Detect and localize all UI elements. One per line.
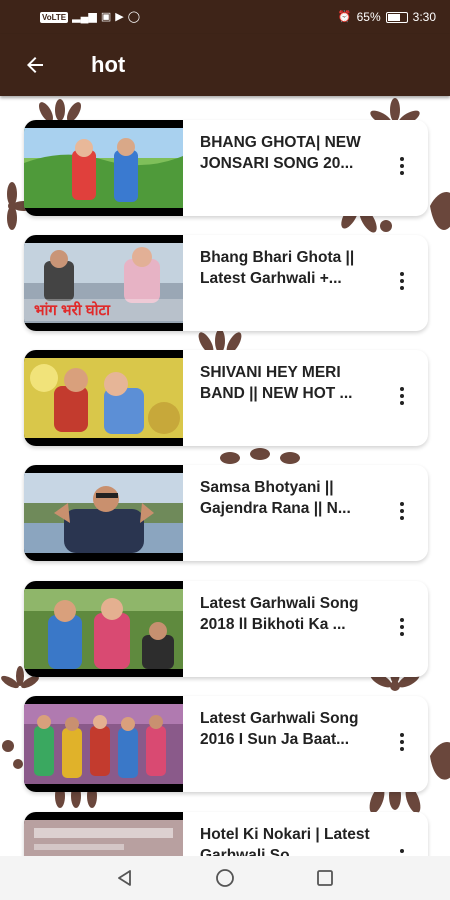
nav-back-icon	[118, 870, 131, 886]
system-nav-bar	[0, 856, 450, 900]
nav-recents-button[interactable]	[311, 864, 339, 892]
video-list[interactable]: BHANG GHOTA| NEW JONSARI SONG 20... भांग…	[0, 96, 450, 856]
video-thumbnail[interactable]	[24, 696, 183, 792]
volte-badge: VoLTE	[40, 11, 69, 23]
image-notification-icon: ▣	[100, 10, 112, 23]
thumbnail-image	[24, 589, 183, 669]
page-title: hot	[91, 52, 126, 77]
video-thumbnail[interactable]	[24, 120, 183, 216]
back-button[interactable]	[15, 45, 55, 85]
video-thumbnail[interactable]	[24, 465, 183, 561]
thumbnail-image	[24, 704, 183, 784]
status-bar: VoLTE ▂▄▆ ▣ ▶ ◯ ⏰ 65% 3:30	[0, 0, 450, 34]
more-options-button[interactable]	[390, 491, 414, 531]
more-options-button[interactable]	[390, 838, 414, 856]
more-options-button[interactable]	[390, 607, 414, 647]
video-thumbnail[interactable]: भांग भरी घोटा	[24, 235, 183, 331]
signal-icon: ▂▄▆	[72, 10, 97, 23]
nav-home-icon	[216, 869, 234, 887]
youtube-icon: ▶	[115, 10, 124, 23]
status-right-icons: ⏰ 65% 3:30	[338, 10, 436, 24]
nav-home-button[interactable]	[211, 864, 239, 892]
thumbnail-image	[24, 820, 183, 856]
more-options-button[interactable]	[390, 376, 414, 416]
thumbnail-image: भांग भरी घोटा	[24, 243, 183, 323]
video-thumbnail[interactable]	[24, 812, 183, 856]
video-thumbnail[interactable]	[24, 581, 183, 677]
nav-recents-icon	[317, 870, 333, 886]
whatsapp-icon: ◯	[127, 10, 141, 23]
list-item[interactable]: Samsa Bhotyani || Gajendra Rana || N...	[24, 465, 428, 561]
clock: 3:30	[412, 10, 436, 24]
video-thumbnail[interactable]	[24, 350, 183, 446]
list-item[interactable]: भांग भरी घोटा Bhang Bhari Ghota || Lates…	[24, 235, 428, 331]
list-item[interactable]: Hotel Ki Nokari | Latest Garhwali So...	[24, 812, 428, 856]
video-title: Hotel Ki Nokari | Latest Garhwali So...	[200, 826, 370, 856]
list-item[interactable]: SHIVANI HEY MERI BAND || NEW HOT ...	[24, 350, 428, 446]
video-title: Bhang Bhari Ghota || Latest Garhwali +..…	[200, 249, 355, 287]
thumbnail-image	[24, 473, 183, 553]
more-options-button[interactable]	[390, 722, 414, 762]
app-bar: hot	[0, 34, 450, 96]
thumbnail-image	[24, 358, 183, 438]
video-title: Latest Garhwali Song 2018 ll Bikhoti Ka …	[200, 595, 359, 633]
nav-back-button[interactable]	[111, 864, 139, 892]
video-title: Latest Garhwali Song 2016 I Sun Ja Baat.…	[200, 710, 359, 748]
video-title: SHIVANI HEY MERI BAND || NEW HOT ...	[200, 364, 353, 402]
alarm-icon: ⏰	[337, 10, 352, 23]
arrow-back-icon	[27, 57, 43, 73]
video-title: Samsa Bhotyani || Gajendra Rana || N...	[200, 479, 351, 517]
thumbnail-image	[24, 128, 183, 208]
list-item[interactable]: Latest Garhwali Song 2016 I Sun Ja Baat.…	[24, 696, 428, 792]
more-options-button[interactable]	[390, 261, 414, 301]
more-options-button[interactable]	[390, 146, 414, 186]
svg-text:भांग भरी घोटा: भांग भरी घोटा	[34, 301, 111, 319]
list-item[interactable]: BHANG GHOTA| NEW JONSARI SONG 20...	[24, 120, 428, 216]
status-left-icons: VoLTE ▂▄▆ ▣ ▶ ◯	[40, 10, 141, 23]
battery-icon	[385, 11, 408, 23]
video-title: BHANG GHOTA| NEW JONSARI SONG 20...	[200, 134, 361, 172]
battery-percent: 65%	[356, 10, 381, 24]
list-item[interactable]: Latest Garhwali Song 2018 ll Bikhoti Ka …	[24, 581, 428, 677]
